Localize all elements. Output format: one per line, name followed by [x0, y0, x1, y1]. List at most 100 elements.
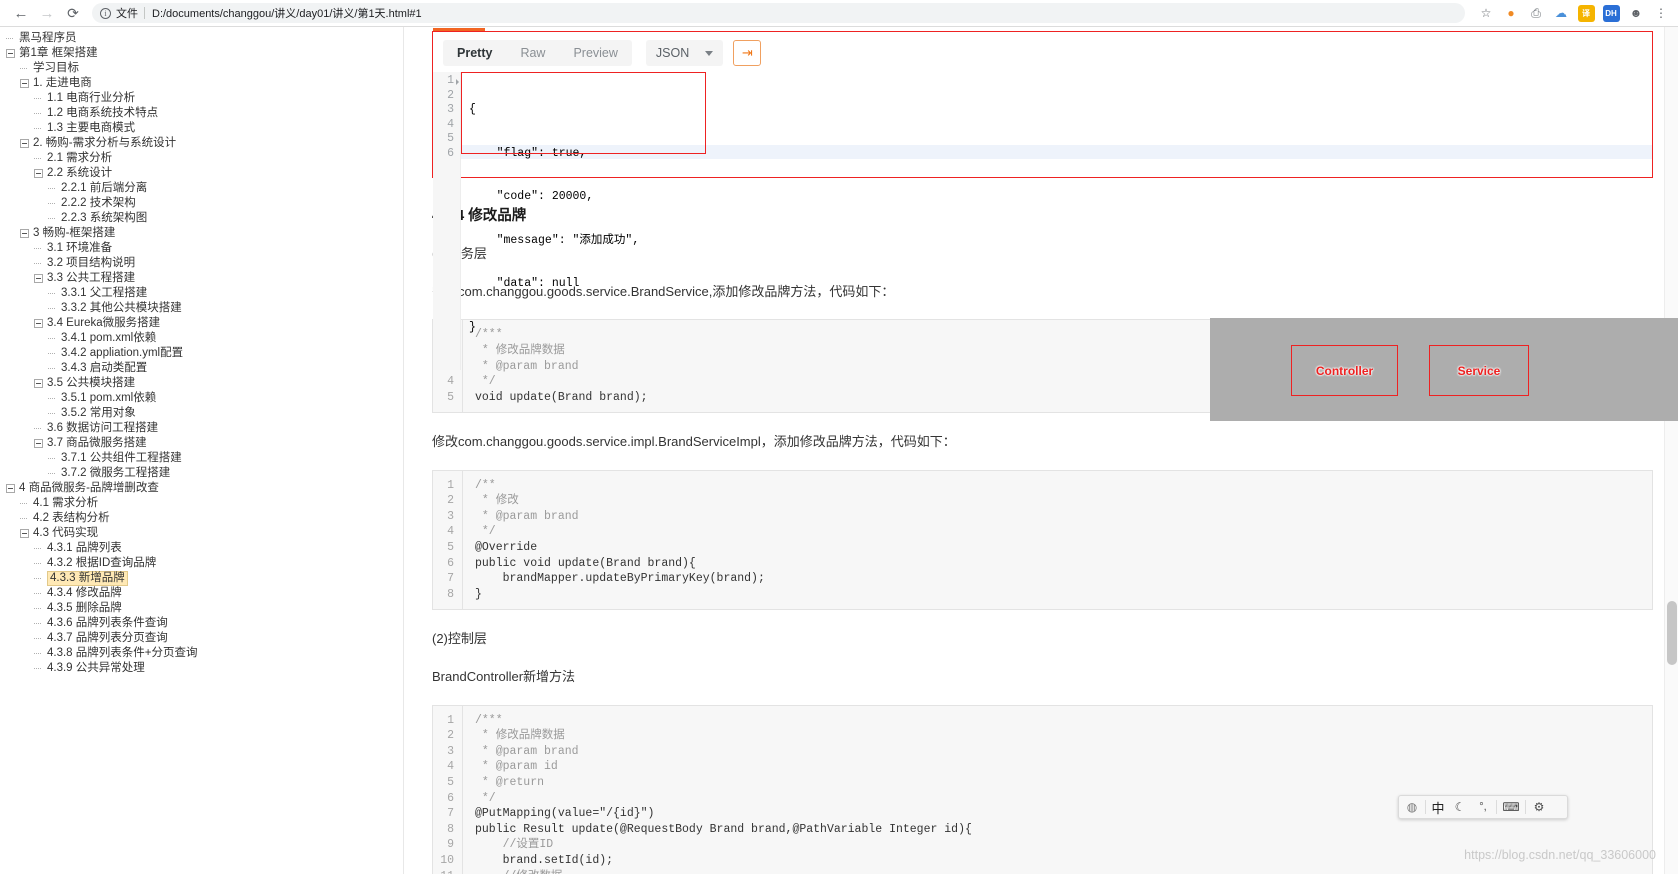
tab-preview[interactable]: Preview	[559, 40, 632, 66]
toc-item[interactable]: 3.2 项目结构说明	[0, 256, 403, 271]
wrap-lines-icon: ⇥	[741, 45, 753, 60]
toc-item[interactable]: 4 商品微服务-品牌增删改查	[0, 481, 403, 496]
toc-item[interactable]: 2.2.3 系统架构图	[0, 211, 403, 226]
paragraph-brandcontroller: BrandController新增方法	[432, 669, 576, 685]
toc-item[interactable]: 4.3.3 新增品牌	[0, 571, 403, 586]
toc-item[interactable]: 3.7.2 微服务工程搭建	[0, 466, 403, 481]
toc-item[interactable]: 4.3.8 品牌列表条件+分页查询	[0, 646, 403, 661]
ime-toolbar[interactable]: ◍ 中 ☾ °, ⌨ ⚙	[1398, 795, 1568, 819]
toc-item[interactable]: 4.3.9 公共异常处理	[0, 661, 403, 676]
toc-item[interactable]: 3 畅购-框架搭建	[0, 226, 403, 241]
browser-menu-icon[interactable]: ⋮	[1650, 2, 1672, 24]
toc-item[interactable]: 3.7.1 公共组件工程搭建	[0, 451, 403, 466]
toc-item[interactable]: 3.5.1 pom.xml依赖	[0, 391, 403, 406]
address-bar[interactable]: i 文件 D:/documents/changgou/讲义/day01/讲义/第…	[92, 3, 1465, 23]
toc-collapse-toggle[interactable]	[20, 139, 29, 148]
toc-leaf-marker	[48, 409, 57, 418]
toc-item[interactable]: 学习目标	[0, 61, 403, 76]
toc-item[interactable]: 3.4.1 pom.xml依赖	[0, 331, 403, 346]
file-scheme-label: 文件	[116, 8, 138, 20]
ime-logo-icon[interactable]: ◍	[1399, 795, 1425, 819]
code-line-numbers: 1 23 45 6 78	[433, 470, 463, 610]
toc-item[interactable]: 2.2 系统设计	[0, 166, 403, 181]
toc-collapse-toggle[interactable]	[6, 484, 15, 493]
back-button[interactable]: ←	[8, 0, 34, 26]
toc-collapse-toggle[interactable]	[20, 529, 29, 538]
toc-item[interactable]: 3.6 数据访问工程搭建	[0, 421, 403, 436]
toc-item[interactable]: 3.5.2 常用对象	[0, 406, 403, 421]
extension-blue-badge-icon[interactable]: DH	[1600, 2, 1622, 24]
toc-collapse-toggle[interactable]	[6, 49, 15, 58]
toc-item[interactable]: 3.1 环境准备	[0, 241, 403, 256]
code-line: * @param id	[475, 760, 558, 774]
ime-language-toggle[interactable]: 中	[1426, 795, 1450, 819]
toc-item-label: 4.3.5 删除品牌	[47, 602, 122, 614]
toc-collapse-toggle[interactable]	[34, 379, 43, 388]
toc-item[interactable]: 3.4.2 appliation.yml配置	[0, 346, 403, 361]
table-of-contents[interactable]: 黑马程序员 第1章 框架搭建 学习目标 1. 走进电商 1.1 电商行业分析 1.2 电商…	[0, 27, 404, 874]
toc-collapse-toggle[interactable]	[34, 439, 43, 448]
json-line-number: 3	[447, 103, 454, 116]
toc-item[interactable]: 1. 走进电商	[0, 76, 403, 91]
extension-orange-icon[interactable]: ●	[1500, 2, 1522, 24]
toc-item[interactable]: 3.5 公共模块搭建	[0, 376, 403, 391]
toc-item[interactable]: 4.1 需求分析	[0, 496, 403, 511]
forward-button[interactable]: →	[34, 0, 60, 26]
extension-cloud-icon[interactable]: ☁	[1550, 2, 1572, 24]
toc-collapse-toggle[interactable]	[20, 79, 29, 88]
toc-collapse-toggle[interactable]	[34, 274, 43, 283]
toc-item-label: 2.2.3 系统架构图	[61, 212, 148, 224]
bookmark-star-icon[interactable]: ☆	[1475, 2, 1497, 24]
toc-item[interactable]: 4.3.2 根据ID查询品牌	[0, 556, 403, 571]
extension-translate-icon[interactable]: 译	[1575, 2, 1597, 24]
toc-item[interactable]: 第1章 框架搭建	[0, 46, 403, 61]
toc-leaf-marker	[48, 454, 57, 463]
profile-avatar-icon[interactable]: ☻	[1625, 2, 1647, 24]
code-line: @Override	[475, 540, 538, 554]
toc-item-label: 3.4.1 pom.xml依赖	[61, 332, 157, 344]
toc-item[interactable]: 2.2.2 技术架构	[0, 196, 403, 211]
format-select[interactable]: JSON	[645, 40, 724, 66]
tab-raw[interactable]: Raw	[506, 40, 560, 66]
toc-item[interactable]: 3.7 商品微服务搭建	[0, 436, 403, 451]
toc-item[interactable]: 1.3 主要电商模式	[0, 121, 403, 136]
reload-button[interactable]: ⟳	[60, 0, 86, 26]
scrollbar-thumb[interactable]	[1667, 601, 1677, 665]
document-scrollbar[interactable]	[1664, 27, 1678, 874]
page-info-icon[interactable]: i	[100, 7, 111, 19]
toc-leaf-marker	[34, 544, 43, 553]
toc-item[interactable]: 黑马程序员	[0, 31, 403, 46]
toc-item[interactable]: 2. 畅购-需求分析与系统设计	[0, 136, 403, 151]
json-line: "message": "添加成功",	[469, 233, 640, 247]
toc-item[interactable]: 4.3.1 品牌列表	[0, 541, 403, 556]
toc-collapse-toggle[interactable]	[20, 229, 29, 238]
toc-item[interactable]: 4.3.6 品牌列表条件查询	[0, 616, 403, 631]
toc-item[interactable]: 4.2 表结构分析	[0, 511, 403, 526]
wrap-lines-button[interactable]: ⇥	[733, 40, 762, 66]
ime-settings-icon[interactable]: ⚙	[1526, 795, 1552, 819]
toc-leaf-marker	[48, 469, 57, 478]
ime-punctuation-icon[interactable]: °,	[1470, 795, 1496, 819]
toc-item[interactable]: 3.3 公共工程搭建	[0, 271, 403, 286]
toc-item[interactable]: 4.3.4 修改品牌	[0, 586, 403, 601]
toc-item[interactable]: 1.1 电商行业分析	[0, 91, 403, 106]
toc-item[interactable]: 3.4 Eureka微服务搭建	[0, 316, 403, 331]
toc-item[interactable]: 3.4.3 启动类配置	[0, 361, 403, 376]
extension-printer-icon[interactable]: ⎙	[1525, 2, 1547, 24]
toc-item-label: 3.7.2 微服务工程搭建	[61, 467, 171, 479]
toc-collapse-toggle[interactable]	[34, 319, 43, 328]
toc-item[interactable]: 3.3.1 父工程搭建	[0, 286, 403, 301]
code-line-number: 4	[447, 525, 454, 539]
toc-item[interactable]: 3.3.2 其他公共模块搭建	[0, 301, 403, 316]
toc-item[interactable]: 4.3.7 品牌列表分页查询	[0, 631, 403, 646]
ime-keyboard-icon[interactable]: ⌨	[1497, 795, 1525, 819]
browser-toolbar: ← → ⟳ i 文件 D:/documents/changgou/讲义/day0…	[0, 0, 1678, 27]
toc-collapse-toggle[interactable]	[34, 169, 43, 178]
ime-moon-icon[interactable]: ☾	[1450, 795, 1470, 819]
tab-pretty[interactable]: Pretty	[443, 40, 507, 66]
toc-item[interactable]: 2.1 需求分析	[0, 151, 403, 166]
toc-item[interactable]: 4.3.5 删除品牌	[0, 601, 403, 616]
toc-item[interactable]: 2.2.1 前后端分离	[0, 181, 403, 196]
toc-item[interactable]: 4.3 代码实现	[0, 526, 403, 541]
toc-item[interactable]: 1.2 电商系统技术特点	[0, 106, 403, 121]
